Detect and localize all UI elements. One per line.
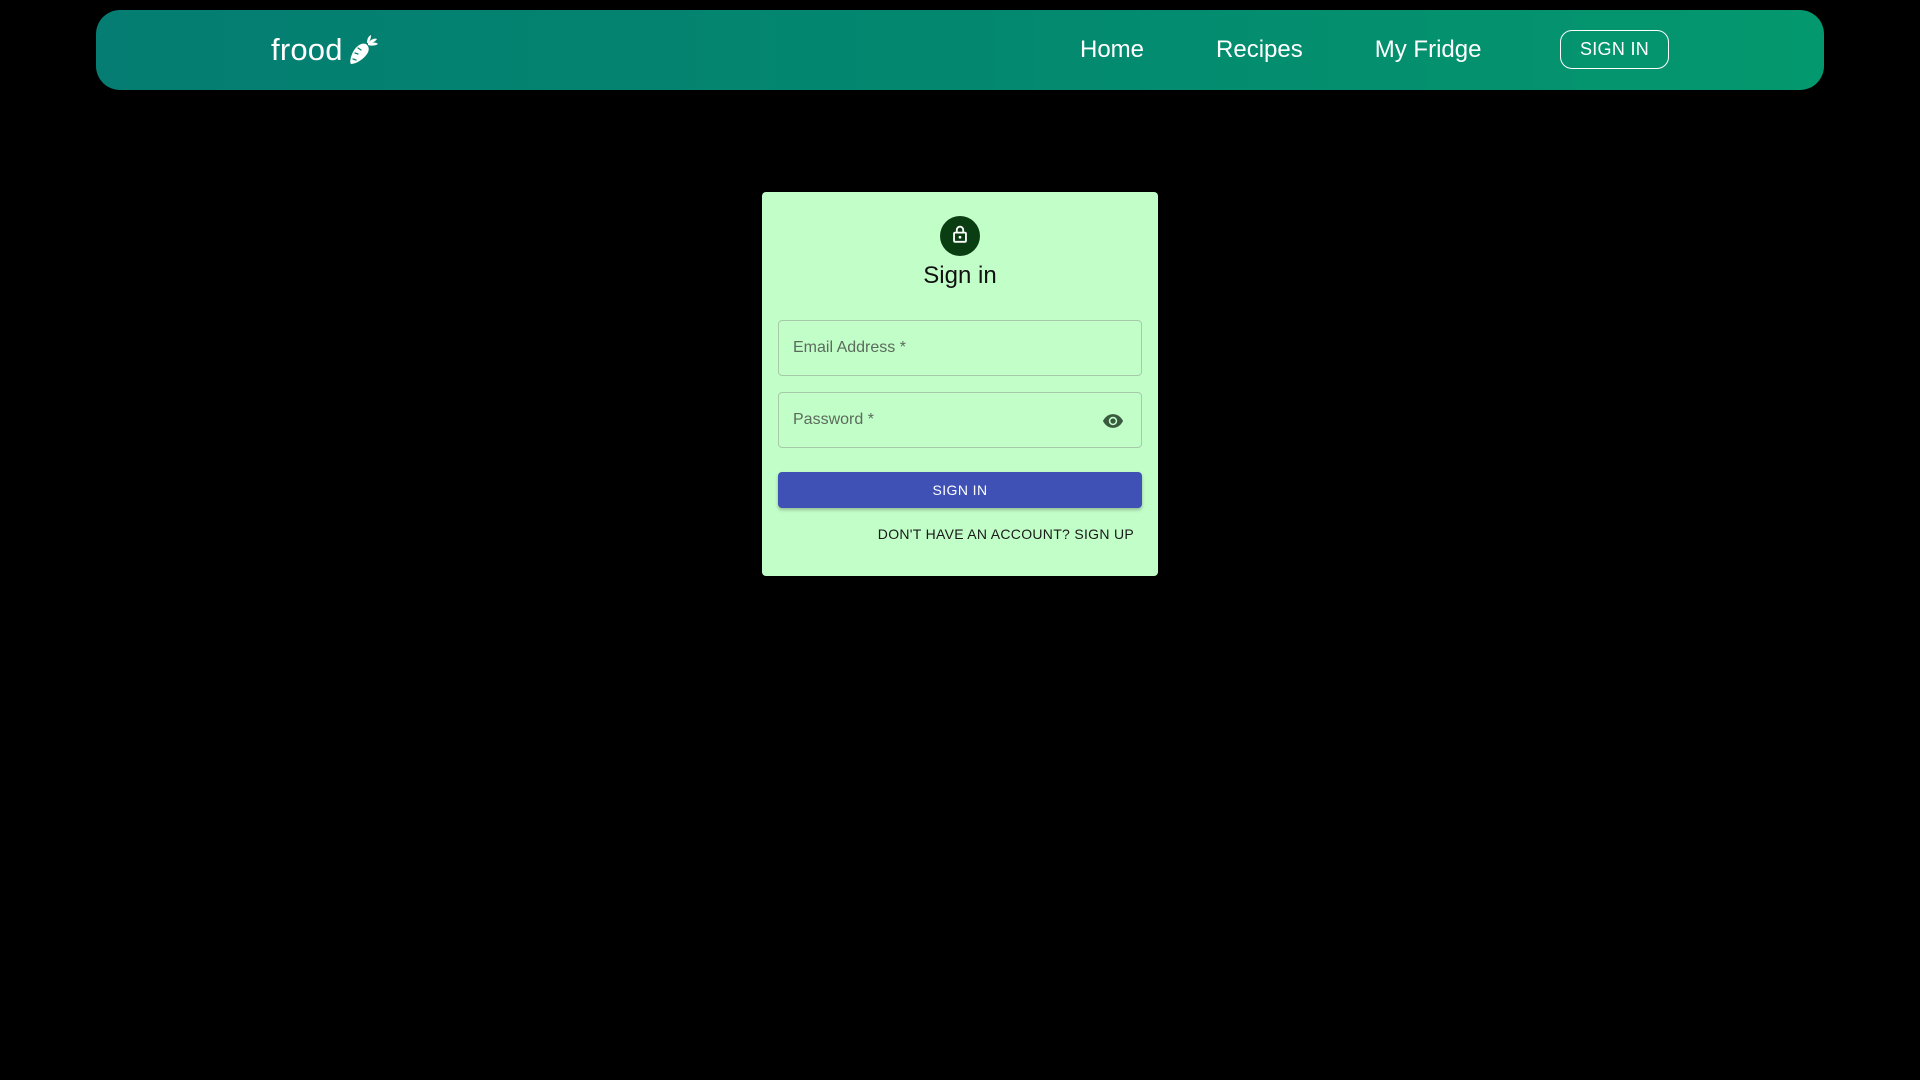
password-input[interactable]	[779, 393, 1141, 447]
nav-link-recipes[interactable]: Recipes	[1216, 36, 1303, 64]
email-input[interactable]	[779, 321, 1141, 375]
signin-submit-button[interactable]: SIGN IN	[778, 472, 1142, 508]
nav-signin-button[interactable]: SIGN IN	[1560, 30, 1669, 69]
signin-card: Sign in SIGN IN DON'T HAVE AN ACCOUNT? S…	[762, 192, 1158, 576]
nav-links: Home Recipes My Fridge	[1080, 10, 1481, 90]
carrot-icon	[345, 33, 379, 67]
nav-link-my-fridge[interactable]: My Fridge	[1375, 36, 1482, 64]
lock-avatar	[940, 216, 980, 256]
signin-title: Sign in	[923, 262, 997, 289]
nav-link-home[interactable]: Home	[1080, 36, 1144, 64]
signup-link[interactable]: DON'T HAVE AN ACCOUNT? SIGN UP	[878, 526, 1134, 542]
lock-icon	[949, 223, 971, 250]
email-field[interactable]	[778, 320, 1142, 376]
top-navbar: frood Home Recipes My Fridge SIGN IN	[96, 10, 1824, 90]
brand-logo[interactable]: frood	[271, 10, 379, 90]
brand-name: frood	[271, 32, 343, 67]
password-field[interactable]	[778, 392, 1142, 448]
eye-icon[interactable]	[1101, 409, 1125, 433]
